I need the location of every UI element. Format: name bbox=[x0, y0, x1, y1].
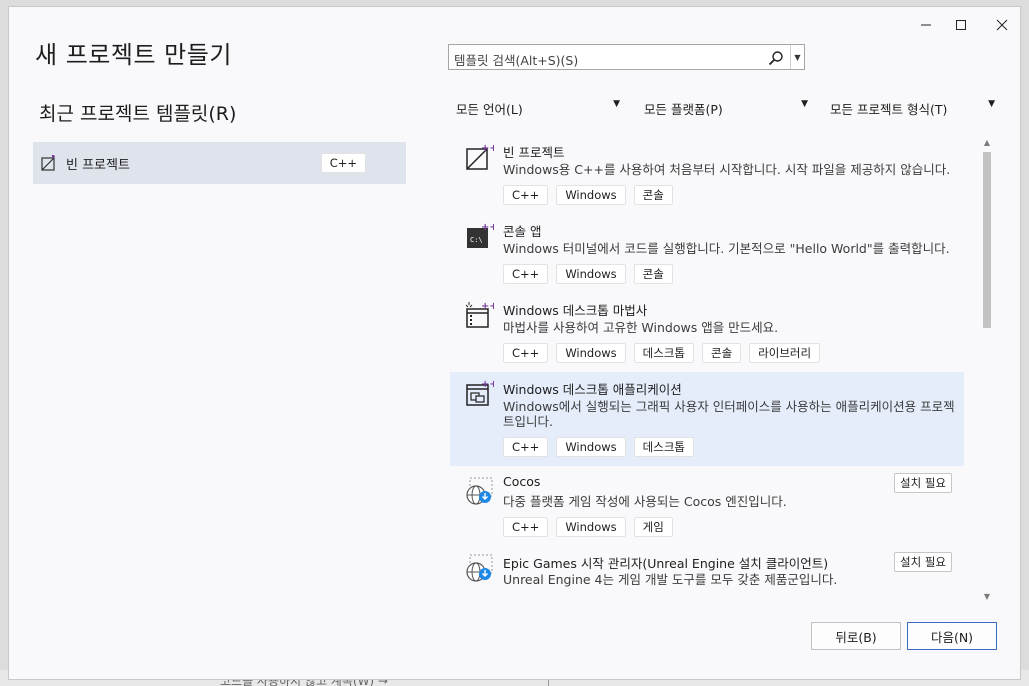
template-name: Windows 데스크톱 마법사 bbox=[503, 303, 648, 318]
svg-text:++: ++ bbox=[481, 222, 494, 233]
scrollbar-thumb[interactable] bbox=[983, 152, 991, 328]
empty-project-icon: ++ bbox=[466, 143, 494, 170]
template-name: 빈 프로젝트 bbox=[503, 145, 565, 160]
svg-text:++: ++ bbox=[481, 301, 494, 312]
close-icon bbox=[996, 19, 1008, 31]
template-item-desktop-application[interactable]: ++ Windows 데스크톱 애플리케이션 Windows에서 실행되는 그래… bbox=[450, 372, 964, 466]
template-description: Unreal Engine 4는 게임 개발 도구를 모두 갖춘 제품군입니다. bbox=[503, 572, 838, 587]
template-tags: C++ Windows 콘솔 bbox=[503, 264, 673, 284]
maximize-button[interactable] bbox=[941, 11, 981, 39]
chevron-down-icon: ▼ bbox=[801, 99, 808, 109]
template-tags: C++ Windows 콘솔 bbox=[503, 185, 673, 205]
template-tag: Windows bbox=[556, 264, 626, 284]
template-item-desktop-wizard[interactable]: ++ Windows 데스크톱 마법사 마법사를 사용하여 고유한 Window… bbox=[450, 286, 964, 365]
svg-text:++: ++ bbox=[481, 379, 494, 390]
template-item-epic-games[interactable]: Epic Games 시작 관리자(Unreal Engine 설치 클라이언트… bbox=[450, 545, 964, 598]
template-tag: Windows bbox=[556, 437, 626, 457]
template-tags: C++ Windows 데스크톱 bbox=[503, 437, 694, 457]
search-input[interactable]: 템플릿 검색(Alt+S)(S) bbox=[454, 50, 578, 69]
minimize-button[interactable] bbox=[906, 11, 946, 39]
template-tag: 게임 bbox=[633, 517, 673, 537]
template-name: Windows 데스크톱 애플리케이션 bbox=[503, 382, 682, 397]
install-required-badge: 설치 필요 bbox=[894, 473, 952, 493]
template-description: Windows에서 실행되는 그래픽 사용자 인터페이스를 사용하는 애플리케이… bbox=[503, 399, 955, 429]
maximize-icon bbox=[956, 20, 966, 30]
close-button[interactable] bbox=[982, 11, 1022, 39]
template-description: Windows용 C++를 사용하여 처음부터 시작합니다. 시작 파일을 제공… bbox=[503, 162, 951, 177]
chevron-down-icon: ▼ bbox=[613, 99, 620, 109]
recent-template-tag: C++ bbox=[320, 153, 366, 173]
back-button[interactable]: 뒤로(B) bbox=[811, 622, 901, 650]
search-options-dropdown[interactable]: ▼ bbox=[790, 45, 804, 69]
template-search-box[interactable]: 템플릿 검색(Alt+S)(S) ▼ bbox=[448, 44, 805, 70]
desktop-app-icon: ++ bbox=[466, 379, 494, 406]
template-tag: C++ bbox=[503, 264, 549, 284]
chevron-down-icon: ▼ bbox=[988, 99, 995, 109]
template-item-cocos[interactable]: Cocos 설치 필요 다중 플랫폼 게임 작성에 사용되는 Cocos 엔진입… bbox=[450, 466, 964, 545]
template-tag: C++ bbox=[503, 185, 549, 205]
project-type-filter-label: 모든 프로젝트 형식(T) bbox=[830, 102, 948, 117]
template-description: 다중 플랫폼 게임 작성에 사용되는 Cocos 엔진입니다. bbox=[503, 494, 787, 509]
template-tags: C++ Windows 데스크톱 콘솔 라이브러리 bbox=[503, 343, 821, 363]
search-icon[interactable] bbox=[768, 50, 784, 66]
download-globe-icon bbox=[466, 477, 493, 505]
console-app-icon: C:\ ++ bbox=[467, 222, 494, 248]
empty-project-icon bbox=[41, 155, 55, 171]
template-tag: Windows bbox=[556, 517, 626, 537]
template-description: 마법사를 사용하여 고유한 Windows 앱을 만드세요. bbox=[503, 320, 779, 335]
new-project-dialog: 새 프로젝트 만들기 최근 프로젝트 템플릿(R) 빈 프로젝트 C++ 템플릿… bbox=[8, 6, 1021, 680]
template-item-console-app[interactable]: C:\ ++ 콘솔 앱 Windows 터미널에서 코드를 실행합니다. 기본적… bbox=[450, 207, 964, 286]
download-globe-icon bbox=[466, 554, 493, 582]
project-type-filter[interactable]: 모든 프로젝트 형식(T) ▼ bbox=[830, 96, 995, 118]
template-tag: C++ bbox=[503, 517, 549, 537]
template-tag: Windows bbox=[556, 185, 626, 205]
page-title: 새 프로젝트 만들기 bbox=[35, 41, 232, 69]
next-button[interactable]: 다음(N) bbox=[907, 622, 997, 650]
template-tag: 콘솔 bbox=[701, 343, 742, 363]
template-tag: Windows bbox=[556, 343, 626, 363]
template-tag: 콘솔 bbox=[633, 264, 673, 284]
recent-template-item[interactable]: 빈 프로젝트 C++ bbox=[33, 142, 406, 184]
platform-filter-label: 모든 플랫폼(P) bbox=[644, 102, 723, 117]
template-tags: C++ Windows 게임 bbox=[503, 517, 673, 537]
template-tag: 라이브러리 bbox=[749, 343, 821, 363]
template-tag: C++ bbox=[503, 437, 549, 457]
template-tag: C++ bbox=[503, 343, 549, 363]
template-name: 콘솔 앱 bbox=[503, 224, 542, 239]
recent-template-label: 빈 프로젝트 bbox=[66, 158, 130, 173]
svg-text:++: ++ bbox=[481, 143, 494, 154]
platform-filter[interactable]: 모든 플랫폼(P) ▼ bbox=[644, 96, 808, 118]
template-name: Cocos bbox=[503, 474, 541, 489]
template-list-scrollbar[interactable]: ▲ ▼ bbox=[979, 134, 995, 604]
scroll-up-arrow-icon[interactable]: ▲ bbox=[979, 134, 995, 150]
scroll-down-arrow-icon[interactable]: ▼ bbox=[979, 588, 995, 604]
svg-text:C:\: C:\ bbox=[470, 236, 483, 244]
template-tag: 데스크톱 bbox=[633, 437, 694, 457]
template-item-empty-project[interactable]: ++ 빈 프로젝트 Windows용 C++를 사용하여 처음부터 시작합니다.… bbox=[450, 128, 964, 207]
language-filter-label: 모든 언어(L) bbox=[456, 102, 523, 117]
template-name: Epic Games 시작 관리자(Unreal Engine 설치 클라이언트… bbox=[503, 556, 829, 571]
install-required-badge: 설치 필요 bbox=[894, 552, 952, 572]
template-list[interactable]: ++ 빈 프로젝트 Windows용 C++를 사용하여 처음부터 시작합니다.… bbox=[450, 128, 965, 598]
language-filter[interactable]: 모든 언어(L) ▼ bbox=[456, 96, 620, 118]
template-description: Windows 터미널에서 코드를 실행합니다. 기본적으로 "Hello Wo… bbox=[503, 241, 950, 256]
desktop-wizard-icon: ++ bbox=[465, 301, 494, 328]
recent-templates-heading: 최근 프로젝트 템플릿(R) bbox=[39, 103, 237, 125]
template-tag: 데스크톱 bbox=[633, 343, 694, 363]
template-tag: 콘솔 bbox=[633, 185, 673, 205]
minimize-icon bbox=[921, 24, 931, 26]
